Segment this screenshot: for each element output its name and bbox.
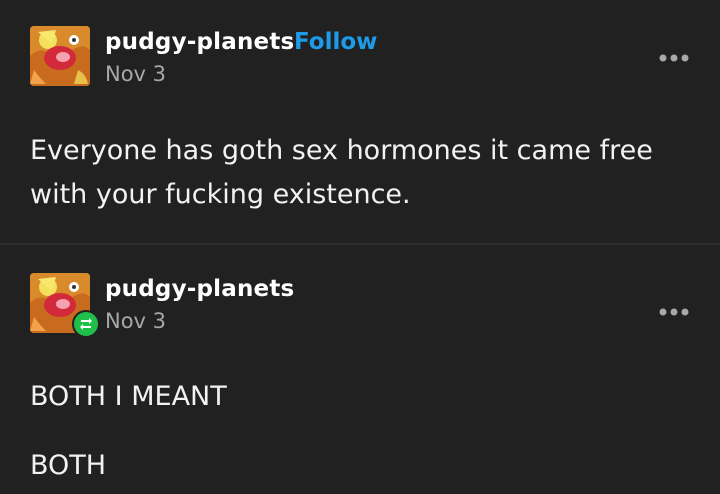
post-body-paragraph: BOTH I MEANT xyxy=(30,381,227,412)
ellipsis-icon[interactable] xyxy=(658,298,690,322)
avatar[interactable] xyxy=(30,26,90,86)
follow-button[interactable]: Follow xyxy=(294,29,377,55)
post-date[interactable]: Nov 3 xyxy=(105,62,166,86)
ellipsis-icon[interactable] xyxy=(658,44,690,68)
blog-name[interactable]: pudgy-planets xyxy=(105,29,294,55)
post-body-line: Everyone has goth sex hormones it came f… xyxy=(30,135,653,166)
post-original: pudgy-planets Follow Nov 3 Everyone has … xyxy=(0,0,720,244)
post-body: Everyone has goth sex hormones it came f… xyxy=(30,129,690,217)
post-date[interactable]: Nov 3 xyxy=(105,309,166,333)
post-body-line: with your fucking existence. xyxy=(30,179,411,210)
post-body-paragraph: BOTH xyxy=(30,450,107,481)
post-reblog: pudgy-planets Nov 3 BOTH I MEANT BOTH xyxy=(0,245,720,494)
reblog-icon xyxy=(72,310,100,338)
blog-name[interactable]: pudgy-planets xyxy=(105,276,294,302)
